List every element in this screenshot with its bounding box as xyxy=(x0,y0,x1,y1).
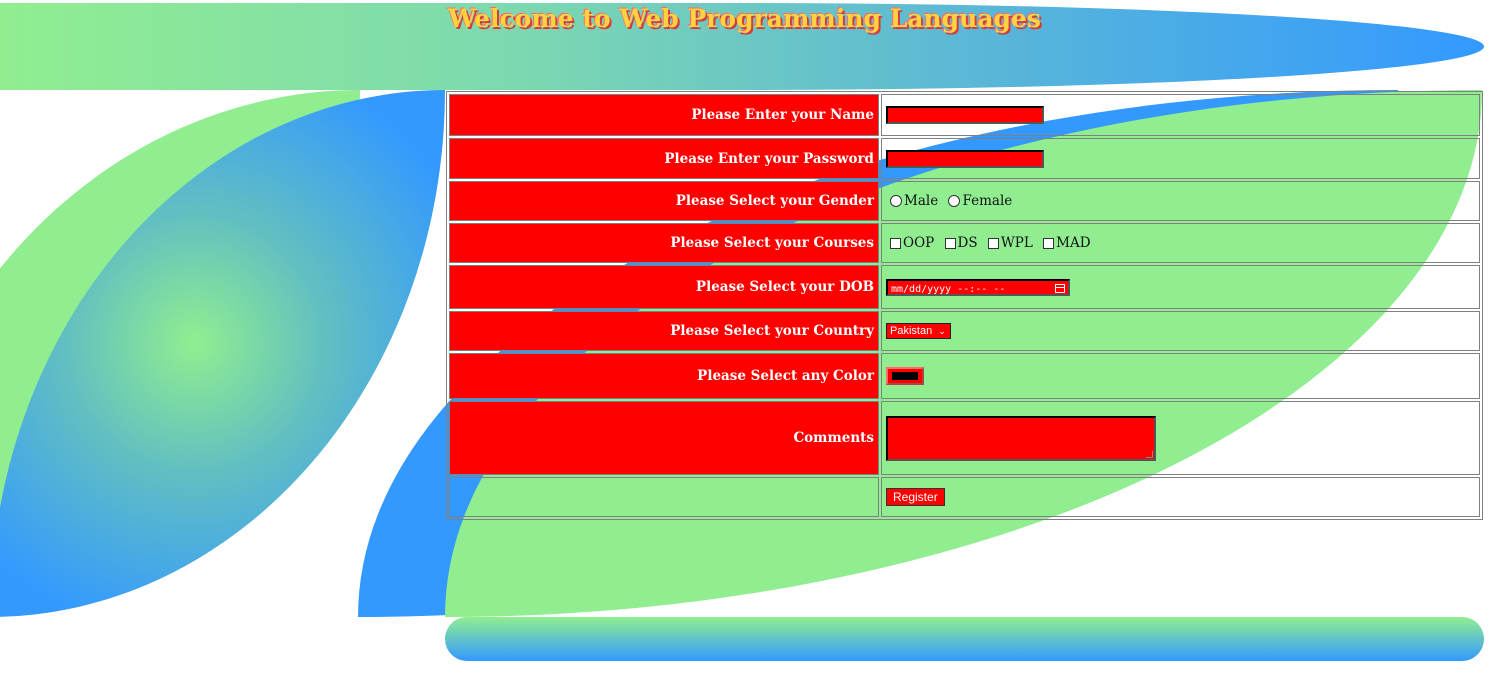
form-row-color: Please Select any Color xyxy=(449,353,1480,399)
password-input[interactable] xyxy=(886,149,1044,168)
submit-spacer-cell xyxy=(449,477,879,517)
course-oop-label: OOP xyxy=(903,235,935,252)
color-swatch xyxy=(892,372,918,380)
page-title: Welcome to Web Programming Languages xyxy=(448,4,1041,33)
password-cell xyxy=(881,138,1480,179)
dob-cell: mm/dd/yyyy --:-- -- xyxy=(881,265,1480,309)
resize-grip-icon[interactable] xyxy=(1146,450,1153,458)
dob-input[interactable]: mm/dd/yyyy --:-- -- xyxy=(886,278,1070,296)
color-label: Please Select any Color xyxy=(449,353,879,399)
course-wpl-checkbox[interactable] xyxy=(987,237,999,249)
comments-cell xyxy=(881,401,1480,475)
name-label: Please Enter your Name xyxy=(449,94,879,136)
course-ds-checkbox[interactable] xyxy=(944,237,956,249)
course-oop-checkbox[interactable] xyxy=(890,237,901,249)
form-row-submit: Register xyxy=(449,477,1480,517)
submit-cell: Register xyxy=(881,477,1480,517)
courses-cell: OOP DS WPL MAD xyxy=(881,223,1480,263)
country-cell: Pakistan ⌄ xyxy=(881,311,1480,351)
form-row-dob: Please Select your DOB mm/dd/yyyy --:-- … xyxy=(449,265,1480,309)
course-ds-label: DS xyxy=(957,235,978,252)
color-picker[interactable] xyxy=(886,367,924,385)
country-select[interactable]: Pakistan ⌄ xyxy=(886,323,951,340)
form-row-gender: Please Select your Gender Male Female xyxy=(449,181,1480,221)
dob-label: Please Select your DOB xyxy=(449,265,879,309)
name-cell xyxy=(881,94,1480,136)
calendar-icon[interactable] xyxy=(1055,283,1065,293)
country-label: Please Select your Country xyxy=(449,311,879,351)
password-label: Please Enter your Password xyxy=(449,138,879,179)
form-row-country: Please Select your Country Pakistan ⌄ xyxy=(449,311,1480,351)
comments-label: Comments xyxy=(449,401,879,475)
gender-label: Please Select your Gender xyxy=(449,181,879,221)
form-row-courses: Please Select your Courses OOP DS WPL MA… xyxy=(449,223,1480,263)
gender-male-radio[interactable] xyxy=(890,195,902,208)
form-row-password: Please Enter your Password xyxy=(449,138,1480,179)
course-mad-checkbox[interactable] xyxy=(1043,237,1055,249)
chevron-down-icon: ⌄ xyxy=(938,326,946,337)
footer-bar xyxy=(445,617,1484,661)
color-cell xyxy=(881,353,1480,399)
course-mad-label: MAD xyxy=(1056,235,1091,252)
gender-cell: Male Female xyxy=(881,181,1480,221)
comments-textarea[interactable] xyxy=(886,415,1156,461)
course-wpl-label: WPL xyxy=(1000,235,1033,252)
page: Welcome to Web Programming Languages Ple… xyxy=(0,0,1489,697)
name-input[interactable] xyxy=(886,106,1044,124)
gender-male-label: Male xyxy=(904,193,939,210)
form-row-comments: Comments xyxy=(449,401,1480,475)
register-button[interactable]: Register xyxy=(886,488,945,506)
registration-form: Please Enter your Name Please Enter your… xyxy=(446,91,1483,520)
form-row-name: Please Enter your Name xyxy=(449,94,1480,136)
gender-female-label: Female xyxy=(962,193,1013,210)
dob-placeholder: mm/dd/yyyy --:-- -- xyxy=(891,283,1006,295)
country-selected-value: Pakistan xyxy=(890,325,933,338)
courses-label: Please Select your Courses xyxy=(449,223,879,263)
gender-female-radio[interactable] xyxy=(948,195,961,208)
